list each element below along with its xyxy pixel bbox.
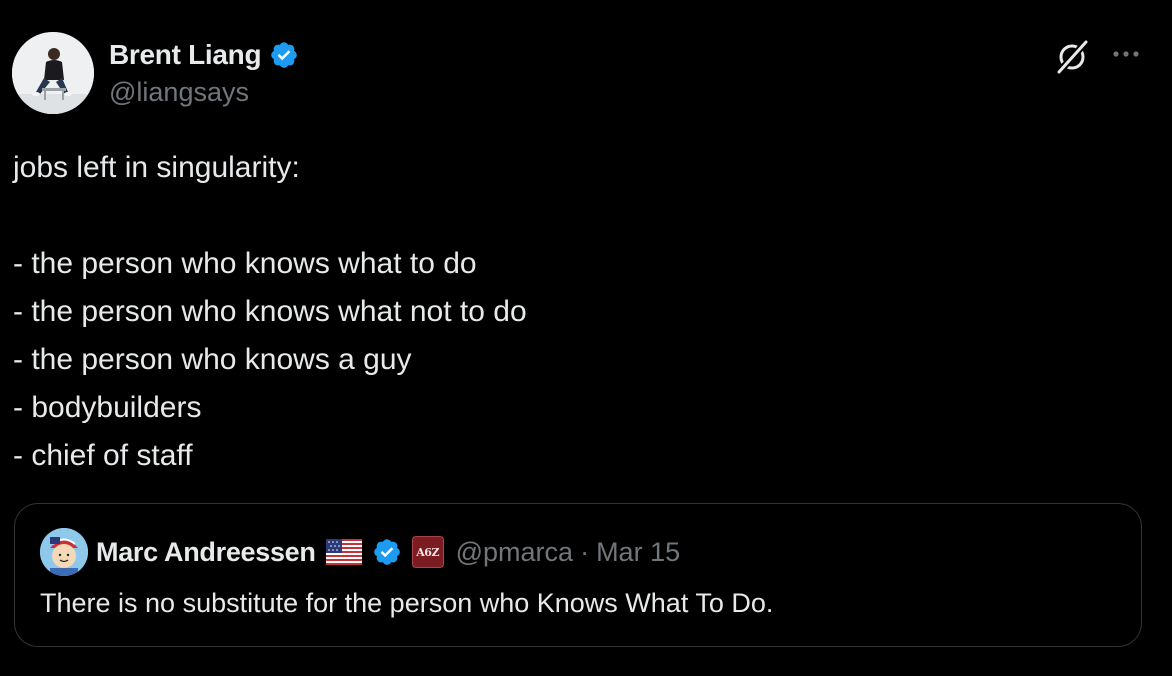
quote-author-handle[interactable]: @pmarca: [456, 537, 573, 568]
author-name[interactable]: Brent Liang: [109, 39, 262, 71]
quote-author-name[interactable]: Marc Andreessen: [96, 537, 316, 568]
quote-text: There is no substitute for the person wh…: [40, 588, 774, 618]
quote-author-avatar[interactable]: [40, 528, 88, 576]
tweet-text-line: - bodybuilders: [13, 391, 202, 424]
more-icon[interactable]: [1108, 40, 1144, 70]
separator-dot: ·: [580, 536, 590, 567]
tweet-text-line: - the person who knows a guy: [13, 343, 412, 376]
tweet-text-line: - the person who knows what to do: [13, 247, 477, 280]
tweet-text-line: - the person who knows what not to do: [13, 295, 527, 328]
quoted-tweet-card[interactable]: Marc Andreessen A6Z @pmarca · Mar 15 The…: [14, 503, 1142, 647]
verified-badge-icon[interactable]: [372, 537, 402, 567]
tweet-text-line: [13, 192, 1153, 240]
affiliate-badge-icon[interactable]: A6Z: [411, 536, 444, 568]
tweet-text: jobs left in singularity: - the person w…: [13, 144, 1153, 480]
quote-date[interactable]: Mar 15: [596, 537, 680, 568]
tweet-text-line: jobs left in singularity:: [13, 151, 300, 184]
verified-badge-icon[interactable]: [269, 40, 299, 70]
author-name-row: Brent Liang: [109, 38, 299, 72]
author-avatar[interactable]: [12, 32, 94, 114]
tweet: Brent Liang @liangsays jobs left in sing…: [0, 0, 1172, 676]
us-flag-icon: [325, 539, 362, 565]
tweet-text-line: - chief of staff: [13, 439, 193, 472]
quote-header: Marc Andreessen A6Z @pmarca · Mar 15: [96, 534, 680, 570]
grok-icon[interactable]: [1053, 38, 1091, 76]
author-handle[interactable]: @liangsays: [109, 77, 249, 108]
